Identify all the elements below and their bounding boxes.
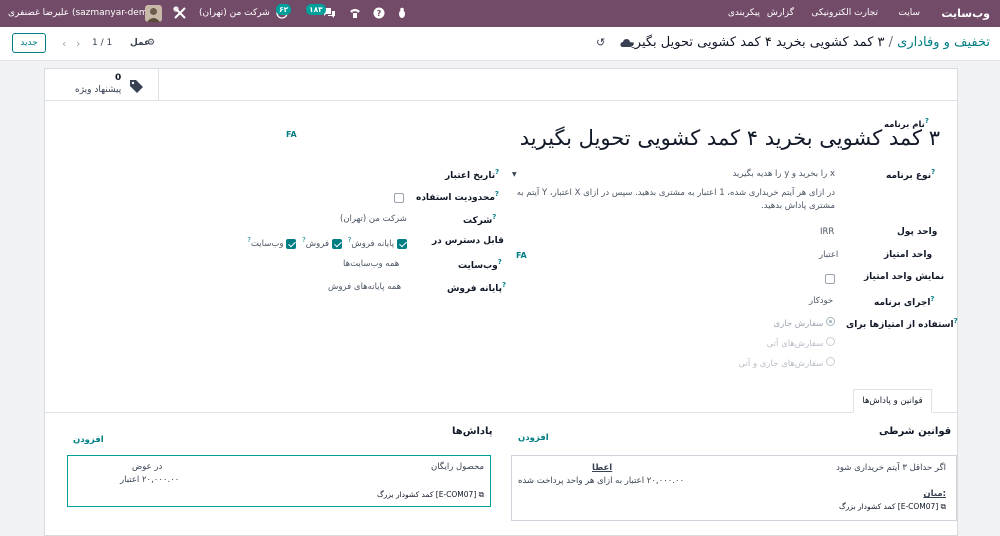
pager-next-icon[interactable]: › xyxy=(76,37,80,50)
website-checkbox[interactable] xyxy=(286,238,297,249)
company-label: شرکت? xyxy=(463,213,497,226)
phone-icon[interactable] xyxy=(349,7,361,22)
rewards-title: پاداش‌ها xyxy=(452,426,493,437)
reward-type: محصول رایگان xyxy=(430,462,484,472)
rule-condition: اگر حداقل ۳ آیتم خریداری شود xyxy=(836,463,946,473)
radio-both[interactable] xyxy=(826,357,835,366)
show-points-unit-label: نمایش واحد امتیاز xyxy=(864,272,945,282)
lang-badge-2[interactable]: FA xyxy=(516,251,527,260)
action-menu[interactable]: عمل xyxy=(130,38,150,48)
svg-text:?: ? xyxy=(377,9,382,18)
company-switcher[interactable]: شرکت من (تهران) xyxy=(199,0,270,27)
points-unit-label: واحد امتیاز xyxy=(884,250,933,260)
reward-card[interactable]: محصول رایگان در عوض ۲۰,۰۰۰.۰۰ اعتبار ⧉ [… xyxy=(67,455,491,507)
program-type-label: نوع برنامه? xyxy=(886,168,936,181)
control-panel: جدید ‹ › 1 / 1 ⚙ عمل تخفیف و وفاداری / ۳… xyxy=(0,27,1000,61)
rule-card[interactable]: اگر حداقل ۳ آیتم خریداری شود اعطا ۲۰,۰۰۰… xyxy=(511,455,957,521)
validity-label: تاریخ اعتبار? xyxy=(445,168,500,181)
avatar[interactable] xyxy=(145,5,162,22)
radio-option-current[interactable]: سفارش جاری xyxy=(705,317,835,337)
tools-icon[interactable] xyxy=(173,6,187,23)
breadcrumb: تخفیف و وفاداری / ۳ کمد کشویی بخرید ۴ کم… xyxy=(550,33,990,53)
menu-report[interactable]: گزارش xyxy=(767,0,794,27)
company-value[interactable]: شرکت من (تهران) xyxy=(340,214,407,224)
chevron-down-icon[interactable]: ▼ xyxy=(512,171,517,178)
rule-grant-label: اعطا xyxy=(592,463,613,473)
app-brand[interactable]: وب‌سایت xyxy=(941,0,990,27)
offers-label: پیشنهاد ویژه xyxy=(75,85,122,95)
radio-current[interactable] xyxy=(826,317,835,326)
program-type-select[interactable]: x را بخرید و y را هدیه بگیرید xyxy=(575,169,835,179)
rules-add-link[interactable]: افزودن xyxy=(518,433,549,443)
message-count-badge: ۱۸۳ xyxy=(306,4,326,15)
rule-among-label: میان: xyxy=(923,489,946,499)
pos-value[interactable]: همه پایانه‌های فروش xyxy=(328,282,401,292)
top-navbar: وب‌سایت سایت تجارت الکترونیکی گزارش پیکر… xyxy=(0,0,1000,27)
show-points-unit-checkbox[interactable] xyxy=(825,274,835,284)
website-value[interactable]: همه وب‌سایت‌ها xyxy=(343,259,399,269)
tab-rules-rewards[interactable]: قوانین و پاداش‌ها xyxy=(853,389,932,413)
website-label: وب‌سایت? xyxy=(458,258,502,271)
new-button[interactable]: جدید xyxy=(12,33,46,53)
trigger-label: اجرای برنامه? xyxy=(874,295,935,308)
cloud-save-icon[interactable] xyxy=(620,37,633,51)
points-unit-value[interactable]: اعتبار xyxy=(819,250,838,260)
trigger-value[interactable]: خودکار xyxy=(809,296,833,306)
rule-grant-value: ۲۰,۰۰۰.۰۰ اعتبار به ازای هر واحد پرداخت … xyxy=(518,476,685,486)
rules-title: قوانین شرطی xyxy=(879,426,952,437)
offers-smart-button[interactable]: 0 پیشنهاد ویژه xyxy=(45,69,159,101)
pager-value[interactable]: 1 / 1 xyxy=(92,38,112,48)
program-name-input[interactable]: ۳ کمد کشویی بخرید ۴ کمد کشویی تحویل بگیر… xyxy=(475,126,940,150)
limit-usage-checkbox[interactable] xyxy=(394,193,404,203)
activity-count-badge: ۶۲ xyxy=(276,4,292,15)
radio-option-future[interactable]: سفارش‌های آتی xyxy=(705,337,835,357)
box-icon: ⧉ xyxy=(940,502,946,511)
rule-product: ⧉ [E-COM07] کمد کشودار بزرگ xyxy=(839,502,946,511)
available-on-label: قابل دسترس در xyxy=(432,236,504,246)
bug-icon[interactable] xyxy=(397,7,407,22)
pager-prev-icon[interactable]: ‹ xyxy=(62,37,66,50)
breadcrumb-separator: / xyxy=(888,35,894,50)
limit-usage-label: محدودیت استفاده? xyxy=(416,190,499,203)
reward-in-exchange-value: ۲۰,۰۰۰.۰۰ اعتبار xyxy=(120,475,180,485)
rewards-add-link[interactable]: افزودن xyxy=(73,435,104,445)
radio-future[interactable] xyxy=(826,337,835,346)
available-on-group: پایانه فروش? فروش? وب‌سایت? xyxy=(227,236,407,249)
discard-icon[interactable]: ↺ xyxy=(596,36,605,49)
radio-option-both[interactable]: سفارش‌های جاری و آتی xyxy=(705,357,835,377)
menu-site[interactable]: سایت xyxy=(898,0,920,27)
form-sheet: 0 پیشنهاد ویژه نام برنامه? ۳ کمد کشویی ب… xyxy=(44,68,958,536)
sales-checkbox[interactable] xyxy=(331,238,342,249)
breadcrumb-parent[interactable]: تخفیف و وفاداری xyxy=(897,35,990,50)
tag-icon xyxy=(129,79,145,96)
menu-config[interactable]: پیکربندی xyxy=(728,0,760,27)
help-icon[interactable]: ? xyxy=(373,7,385,22)
tabs-divider xyxy=(45,412,957,413)
program-type-description: در ازای هر آیتم خریداری شده، 1 اعتبار به… xyxy=(516,188,835,211)
user-name[interactable]: علیرضا غضنفری (sazmanyar-demo) xyxy=(8,0,157,27)
lang-badge[interactable]: FA xyxy=(286,130,297,139)
reward-product: ⧉ [E-COM07] کمد کشودار بزرگ xyxy=(377,490,484,499)
pos-label: پایانه فروش? xyxy=(447,281,507,294)
box-icon: ⧉ xyxy=(478,490,484,499)
currency-value[interactable]: IRR xyxy=(820,227,834,237)
use-points-radio-group: سفارش جاری سفارش‌های آتی سفارش‌های جاری … xyxy=(705,317,835,377)
use-points-label: استفاده از امتیازها برای? xyxy=(846,317,958,330)
pos-checkbox[interactable] xyxy=(397,238,407,249)
menu-ecommerce[interactable]: تجارت الکترونیکی xyxy=(811,0,878,27)
button-box xyxy=(45,69,957,101)
reward-in-exchange-label: در عوض xyxy=(132,462,163,472)
breadcrumb-current: ۳ کمد کشویی بخرید ۴ کمد کشویی تحویل بگیر… xyxy=(624,35,885,50)
currency-label: واحد پول xyxy=(897,227,938,237)
offers-count: 0 xyxy=(115,73,122,83)
